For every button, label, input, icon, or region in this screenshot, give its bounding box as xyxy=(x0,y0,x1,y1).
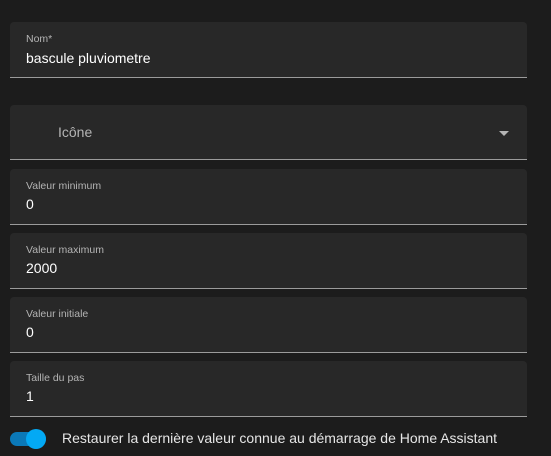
maximum-value-field[interactable]: Valeur maximum 2000 xyxy=(10,233,527,289)
minimum-value-field[interactable]: Valeur minimum 0 xyxy=(10,169,527,225)
maximum-value-label: Valeur maximum xyxy=(26,244,104,256)
step-size-field[interactable]: Taille du pas 1 xyxy=(10,361,527,417)
initial-value-field[interactable]: Valeur initiale 0 xyxy=(10,297,527,353)
step-size-label: Taille du pas xyxy=(26,372,85,384)
step-size-input[interactable]: 1 xyxy=(26,388,34,404)
input-number-settings-form: Nom* bascule pluviometre Icône Valeur mi… xyxy=(0,0,551,456)
name-field-value[interactable]: bascule pluviometre xyxy=(26,50,151,66)
toggle-knob xyxy=(26,429,46,449)
minimum-value-label: Valeur minimum xyxy=(26,180,102,192)
restore-last-value-row: Restaurer la dernière valeur connue au d… xyxy=(10,427,540,451)
initial-value-input[interactable]: 0 xyxy=(26,324,34,340)
icon-picker[interactable]: Icône xyxy=(10,105,527,160)
initial-value-label: Valeur initiale xyxy=(26,308,89,320)
restore-last-value-toggle[interactable] xyxy=(10,429,46,449)
minimum-value-input[interactable]: 0 xyxy=(26,196,34,212)
name-field-label: Nom* xyxy=(26,33,53,45)
maximum-value-input[interactable]: 2000 xyxy=(26,260,57,276)
icon-picker-label: Icône xyxy=(58,124,93,140)
chevron-down-icon[interactable] xyxy=(499,131,509,136)
restore-last-value-label: Restaurer la dernière valeur connue au d… xyxy=(62,430,498,446)
name-field[interactable]: Nom* bascule pluviometre xyxy=(10,22,527,78)
